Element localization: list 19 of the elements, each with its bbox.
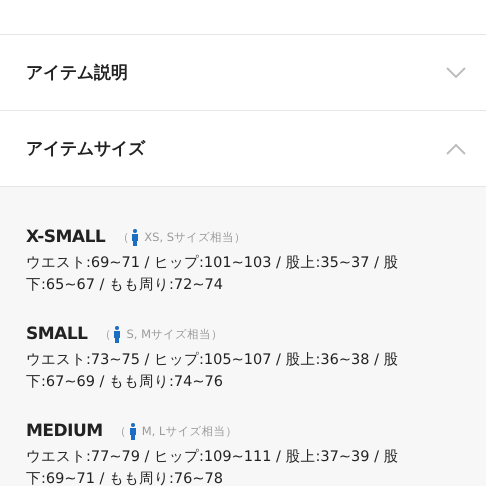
size-name: SMALL (26, 324, 88, 344)
measurements: ウエスト:77~79 / ヒップ:109~111 / 股上:37~39 / 股下:69~71 / もも周り:76~78 (26, 448, 400, 486)
note-paren: （ (114, 424, 127, 438)
chevron-up-icon (446, 142, 466, 154)
note-paren: （ (117, 230, 130, 244)
size-note: XS, Sサイズ相当） (144, 230, 246, 244)
measurements: ウエスト:69~71 / ヒップ:101~103 / 股上:35~37 / 股下:65~67 / もも周り:72~74 (26, 254, 400, 295)
chevron-down-icon (446, 66, 466, 78)
measurements: ウエスト:73~75 / ヒップ:105~107 / 股上:36~38 / 股下:67~69 / もも周り:74~76 (26, 350, 400, 392)
person-icon (128, 422, 137, 440)
note-paren: （ (99, 326, 112, 342)
accordion-header[interactable]: アイテムサイズ (0, 111, 486, 186)
person-icon (113, 326, 122, 342)
person-icon (131, 228, 140, 246)
size-note: S, Mサイズ相当） (126, 326, 224, 342)
accordion-header[interactable]: アイテム説明 (0, 35, 486, 110)
size-name: MEDIUM (26, 421, 103, 441)
size-name: X-SMALL (26, 227, 106, 247)
size-note: M, Lサイズ相当） (142, 424, 238, 438)
